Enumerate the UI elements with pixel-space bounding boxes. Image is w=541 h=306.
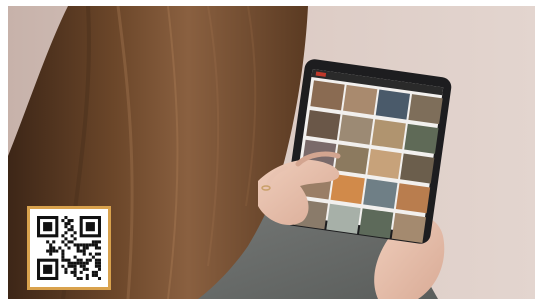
tablet-tile[interactable] [326, 203, 361, 234]
tablet-tile[interactable] [334, 144, 369, 175]
qr-code-card[interactable] [27, 206, 111, 290]
tablet-tile[interactable] [395, 183, 431, 214]
tablet-tile[interactable] [363, 178, 398, 209]
tablet-tile[interactable] [359, 208, 394, 239]
tablet-tile[interactable] [310, 80, 345, 111]
tablet-tile[interactable] [371, 119, 406, 150]
tablet-tile[interactable] [404, 123, 439, 154]
tablet-tile[interactable] [306, 110, 341, 141]
tablet-tile[interactable] [338, 114, 374, 145]
tablet-tile[interactable] [408, 94, 443, 125]
tablet-tile[interactable] [391, 212, 427, 243]
tablet-group [283, 59, 452, 244]
qr-code-icon [37, 216, 101, 280]
image-frame [0, 0, 541, 306]
tablet-tile[interactable] [400, 153, 435, 184]
tablet-tile[interactable] [367, 148, 402, 179]
tablet-tile[interactable] [343, 84, 378, 115]
tablet-tile[interactable] [375, 89, 411, 120]
